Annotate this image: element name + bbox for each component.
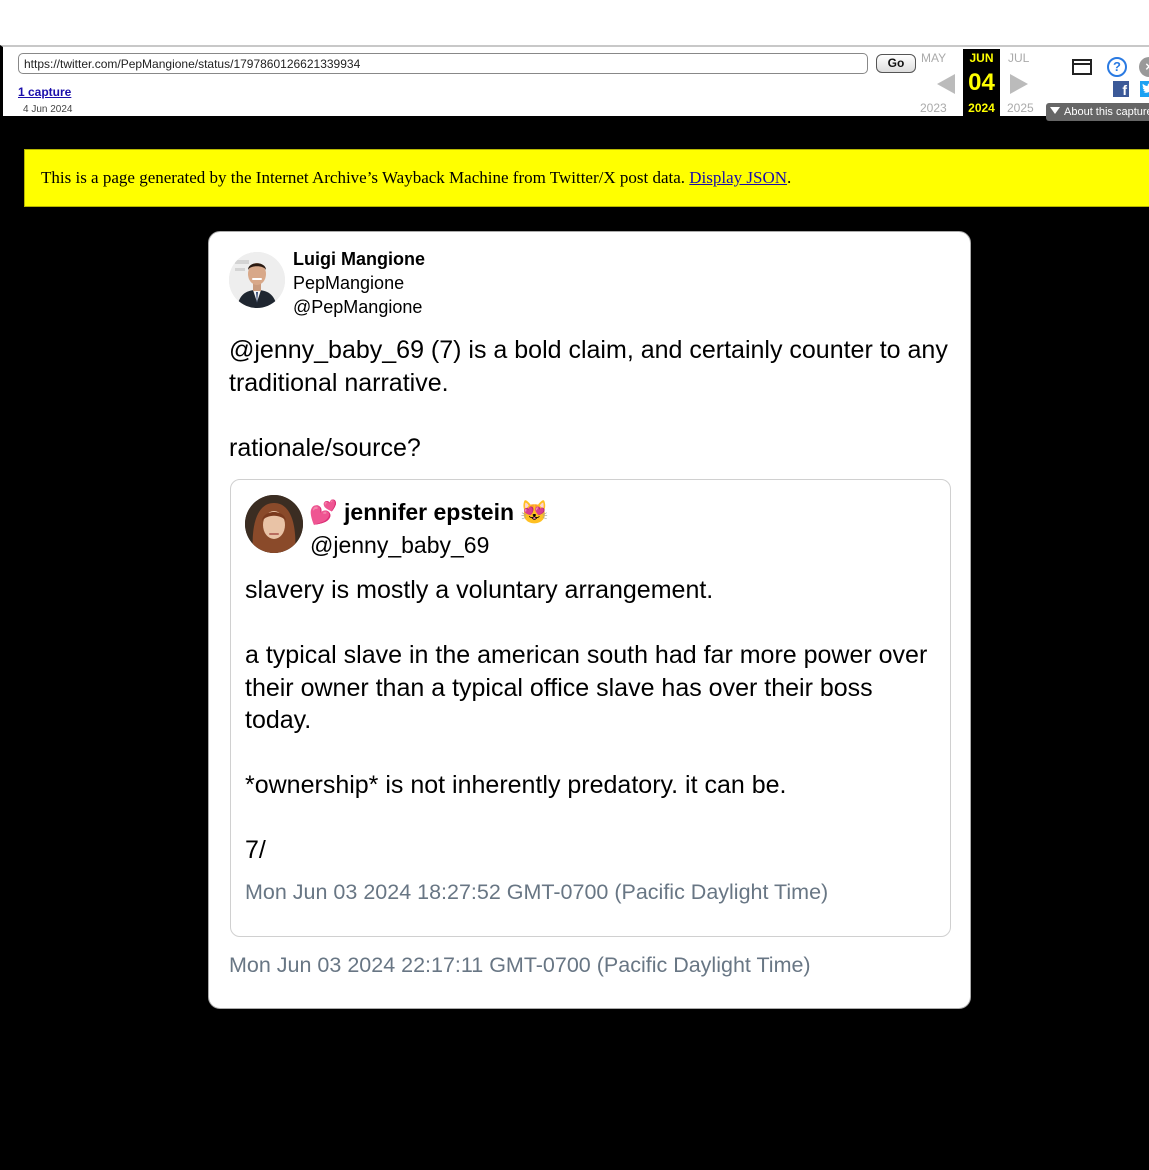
about-capture-label: About this capture: [1064, 106, 1149, 118]
go-button[interactable]: Go: [876, 54, 916, 73]
current-month: JUN: [969, 51, 994, 65]
wayback-url-input[interactable]: [18, 53, 868, 74]
current-capture-column: JUN 04 2024: [963, 49, 1000, 119]
quoted-tweet[interactable]: 💕 jennifer epstein 😻 @jenny_baby_69 slav…: [230, 479, 951, 937]
facebook-icon[interactable]: f: [1113, 81, 1129, 98]
help-icon[interactable]: ?: [1107, 57, 1127, 77]
quoted-author-name[interactable]: 💕 jennifer epstein 😻: [309, 499, 549, 526]
display-json-link[interactable]: Display JSON: [689, 168, 787, 187]
current-day: 04: [968, 69, 995, 96]
prev-month-link[interactable]: MAY: [921, 51, 946, 65]
captures-link[interactable]: 1 capture: [18, 85, 71, 99]
author-handle[interactable]: @PepMangione: [293, 297, 422, 318]
next-capture-arrow-icon[interactable]: [1010, 74, 1028, 94]
next-month-link[interactable]: JUL: [1008, 51, 1029, 65]
notice-suffix: .: [787, 168, 792, 187]
wayback-top-spacer: [0, 0, 1149, 45]
window-icon[interactable]: [1072, 59, 1092, 75]
notice-text: This is a page generated by the Internet…: [41, 168, 686, 187]
archive-notice: This is a page generated by the Internet…: [24, 149, 1149, 207]
close-icon[interactable]: ×: [1139, 57, 1149, 77]
quoted-tweet-text: slavery is mostly a voluntary arrangemen…: [245, 576, 928, 864]
next-year-link[interactable]: 2025: [1007, 101, 1034, 115]
quoted-avatar[interactable]: [245, 495, 303, 553]
dropdown-arrow-icon: [1050, 107, 1060, 114]
wayback-toolbar: Go 1 capture 4 Jun 2024 MAY JUL 2023 202…: [0, 45, 1149, 121]
twitter-icon[interactable]: [1140, 81, 1149, 97]
quoted-author-handle[interactable]: @jenny_baby_69: [310, 532, 489, 559]
author-name[interactable]: Luigi Mangione: [293, 249, 425, 270]
tweet-text: @jenny_baby_69 (7) is a bold claim, and …: [229, 336, 948, 462]
tweet-timestamp: Mon Jun 03 2024 22:17:11 GMT-0700 (Pacif…: [229, 953, 811, 977]
prev-capture-arrow-icon[interactable]: [937, 74, 955, 94]
avatar[interactable]: [229, 252, 285, 308]
prev-year-link[interactable]: 2023: [920, 101, 947, 115]
tweet-card: Luigi Mangione PepMangione @PepMangione …: [208, 231, 971, 1009]
about-capture-button[interactable]: About this capture: [1046, 103, 1149, 121]
capture-date: 4 Jun 2024: [23, 104, 73, 115]
author-display-name: PepMangione: [293, 273, 405, 293]
current-year: 2024: [968, 101, 995, 115]
quoted-tweet-timestamp: Mon Jun 03 2024 18:27:52 GMT-0700 (Pacif…: [245, 880, 829, 904]
